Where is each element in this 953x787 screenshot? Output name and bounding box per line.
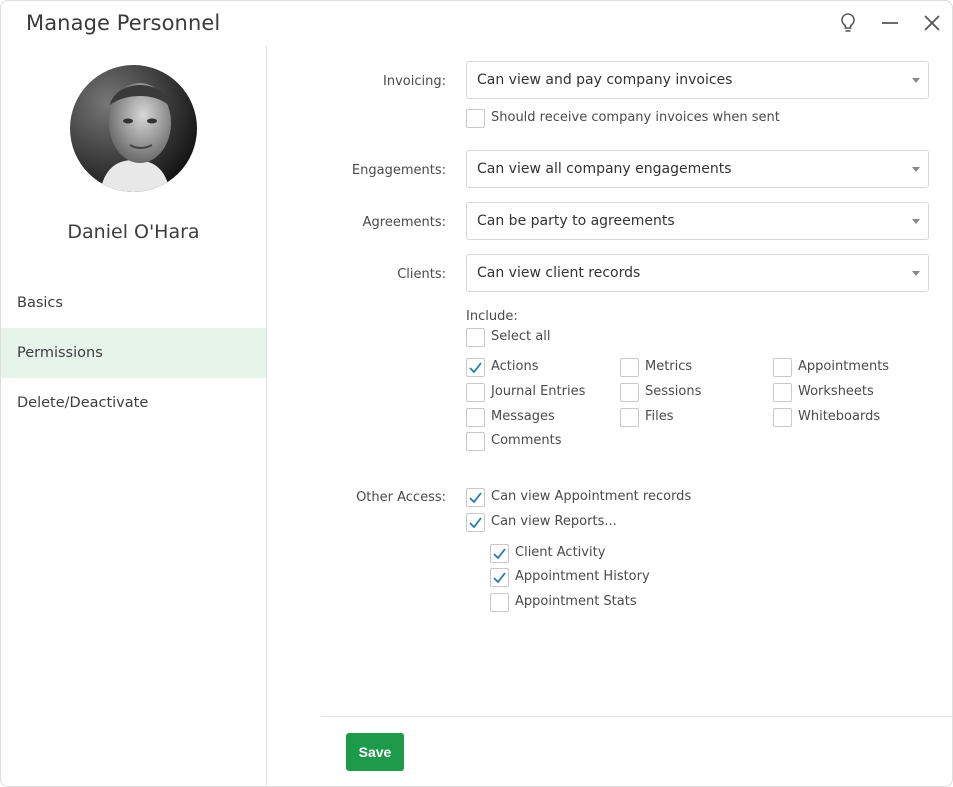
invoicing-value: Can view and pay company invoices — [477, 72, 733, 88]
include-item-label: Metrics — [645, 359, 693, 374]
checkbox[interactable] — [620, 383, 639, 402]
include-item-label: Messages — [491, 409, 555, 424]
save-button[interactable]: Save — [346, 733, 404, 771]
engagements-label: Engagements: — [351, 163, 446, 178]
checkbox[interactable] — [490, 544, 509, 563]
lightbulb-icon[interactable] — [836, 11, 860, 35]
sidebar-item-delete-deactivate[interactable]: Delete/Deactivate — [1, 378, 266, 428]
other-access-label: Other Access: — [356, 490, 446, 505]
checkbox[interactable] — [773, 358, 792, 377]
agreements-select[interactable]: Can be party to agreements — [466, 202, 929, 240]
checkbox[interactable] — [466, 408, 485, 427]
sidebar-item-permissions[interactable]: Permissions — [1, 328, 266, 378]
agreements-value: Can be party to agreements — [477, 213, 675, 229]
checkbox[interactable] — [490, 568, 509, 587]
chevron-down-icon — [912, 219, 920, 224]
checkbox[interactable] — [466, 513, 485, 532]
include-label: Include: — [466, 309, 518, 324]
clients-label: Clients: — [397, 267, 446, 282]
chevron-down-icon — [912, 167, 920, 172]
report-label: Client Activity — [515, 545, 606, 560]
engagements-select[interactable]: Can view all company engagements — [466, 150, 929, 188]
chevron-down-icon — [912, 78, 920, 83]
close-icon[interactable] — [920, 11, 944, 35]
report-label: Appointment Stats — [515, 594, 637, 609]
include-item-label: Files — [645, 409, 674, 424]
chevron-down-icon — [912, 271, 920, 276]
invoicing-select[interactable]: Can view and pay company invoices — [466, 61, 929, 99]
checkbox[interactable] — [466, 358, 485, 377]
checkbox[interactable] — [620, 408, 639, 427]
checkbox[interactable] — [773, 408, 792, 427]
include-item-label: Worksheets — [798, 384, 874, 399]
checkbox[interactable] — [620, 358, 639, 377]
checkbox[interactable] — [466, 432, 485, 451]
manage-personnel-window: Manage Personnel Daniel O'Hara Basics Pe… — [0, 0, 953, 787]
clients-value: Can view client records — [477, 265, 641, 281]
agreements-label: Agreements: — [362, 215, 446, 230]
select-all-label: Select all — [491, 329, 551, 344]
checkbox[interactable] — [466, 328, 485, 347]
permissions-panel: Invoicing: Can view and pay company invo… — [267, 45, 952, 786]
engagements-value: Can view all company engagements — [477, 161, 732, 177]
sidebar: Daniel O'Hara Basics Permissions Delete/… — [1, 45, 267, 786]
include-item-label: Appointments — [798, 359, 890, 374]
other-access-item-label: Can view Reports... — [491, 514, 617, 529]
person-name: Daniel O'Hara — [67, 221, 200, 243]
checkbox[interactable] — [466, 109, 485, 128]
avatar — [70, 65, 197, 192]
footer-divider — [321, 716, 952, 717]
include-item-label: Whiteboards — [798, 409, 881, 424]
clients-select[interactable]: Can view client records — [466, 254, 929, 292]
sidebar-item-basics[interactable]: Basics — [1, 278, 266, 328]
other-access-item-label: Can view Appointment records — [491, 489, 692, 504]
checkbox[interactable] — [773, 383, 792, 402]
checkbox[interactable] — [466, 488, 485, 507]
include-item-label: Sessions — [645, 384, 702, 399]
include-item-label: Journal Entries — [491, 384, 586, 399]
checkbox[interactable] — [466, 383, 485, 402]
invoice-notify-label: Should receive company invoices when sen… — [491, 110, 780, 125]
window-title: Manage Personnel — [26, 11, 221, 35]
include-item-label: Comments — [491, 433, 562, 448]
minimize-icon[interactable] — [878, 11, 902, 35]
invoicing-label: Invoicing: — [383, 74, 446, 89]
checkbox[interactable] — [490, 593, 509, 612]
include-item-label: Actions — [491, 359, 539, 374]
report-label: Appointment History — [515, 569, 650, 584]
